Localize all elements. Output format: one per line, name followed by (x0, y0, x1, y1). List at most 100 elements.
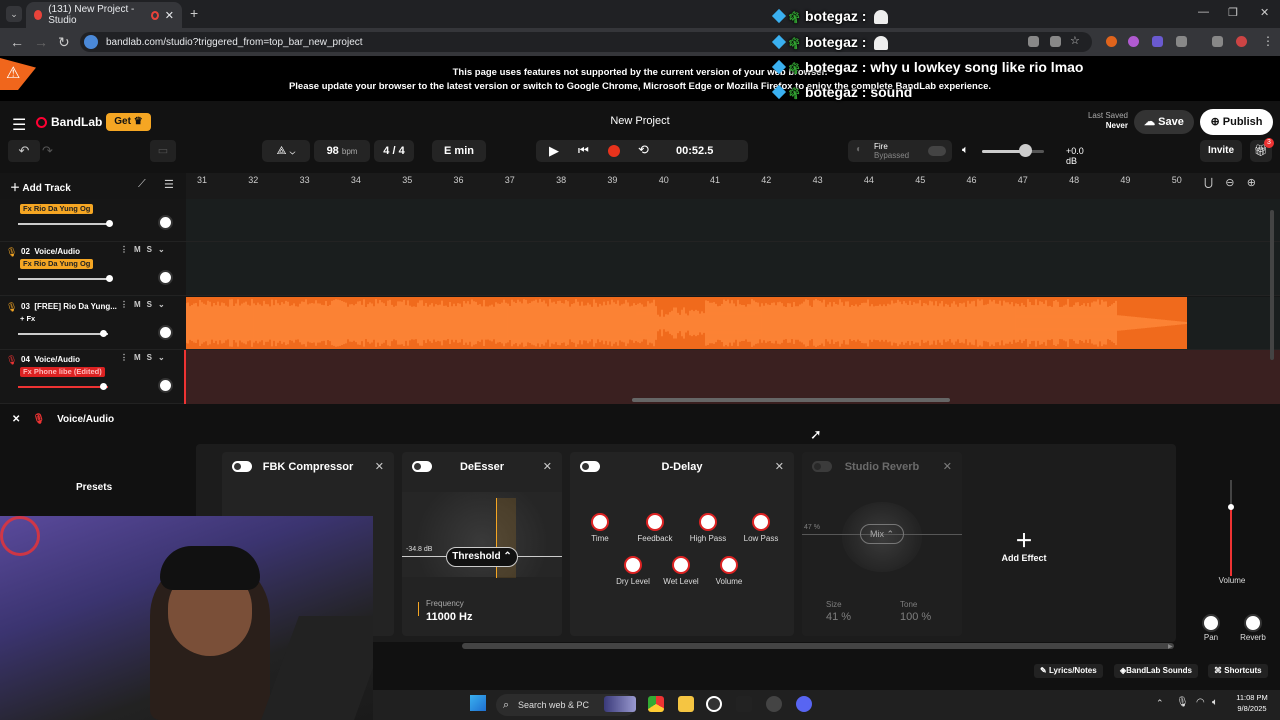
back-icon[interactable]: ← (10, 34, 24, 50)
maximize-button[interactable]: ❐ (1228, 6, 1238, 19)
tab-close-button[interactable]: ✕ (165, 9, 174, 22)
track-volume-knob[interactable] (106, 220, 113, 227)
track-volume-knob[interactable] (100, 330, 107, 337)
reload-icon[interactable]: ↻ (58, 34, 70, 51)
track-menu-icon[interactable]: ⋮ (120, 300, 134, 309)
track-lane[interactable] (186, 242, 1280, 296)
remove-effect-icon[interactable]: ✕ (943, 460, 952, 473)
mute-button[interactable]: M (134, 353, 147, 362)
track-menu-icon[interactable]: ⋮ (120, 353, 134, 362)
speaker-icon[interactable]: 🔈︎ (962, 144, 969, 157)
mute-button[interactable]: M (134, 245, 147, 254)
microphone-tray-icon[interactable]: 🎙︎ (1176, 697, 1189, 708)
close-panel-button[interactable]: ✕ (12, 414, 20, 425)
solo-button[interactable]: S (147, 245, 158, 254)
timeline-ruler[interactable]: 31 32 33 34 35 36 37 38 39 40 41 42 43 44 45 46 47 48 49 50 (186, 173, 1280, 199)
windows-start-icon[interactable] (470, 695, 486, 711)
master-volume-knob[interactable] (1019, 144, 1033, 157)
remove-effect-icon[interactable]: ✕ (543, 460, 552, 473)
invite-button[interactable]: Invite (1200, 140, 1242, 162)
track-fx-badge[interactable]: Fx Phone libe (Edited) (20, 367, 105, 377)
reverb-send-knob[interactable] (1244, 614, 1262, 632)
track-pan-knob[interactable] (158, 215, 173, 230)
master-volume-slider[interactable] (982, 150, 1044, 153)
zoom-in-icon[interactable]: ⊕ (1247, 177, 1256, 189)
chevron-down-icon[interactable]: ⌄ (158, 245, 171, 254)
size-value[interactable]: 41 % (826, 611, 851, 623)
profile-avatar[interactable] (1236, 36, 1247, 47)
lyrics-notes-button[interactable]: ✎ Lyrics/Notes (1034, 664, 1103, 678)
track-header[interactable]: Fx Rio Da Yung Og (0, 199, 186, 242)
taskbar-clock[interactable]: 11:08 PM 9/8/2025 (1228, 692, 1276, 714)
forward-icon[interactable]: → (34, 34, 48, 50)
delay-knob[interactable] (672, 556, 690, 574)
track-options-icon[interactable]: ☰ (164, 178, 174, 191)
reading-list-icon[interactable] (1028, 36, 1039, 47)
skip-to-start-button[interactable]: ⏮ (578, 143, 589, 158)
solo-button[interactable]: S (147, 353, 158, 362)
play-button[interactable]: ▶ (549, 143, 559, 159)
add-effect-button[interactable]: ＋ Add Effect (986, 527, 1062, 563)
undo-button[interactable]: ↶ (8, 140, 40, 162)
extension-icon[interactable] (1106, 36, 1117, 47)
volume-tray-icon[interactable]: 🔈︎ (1212, 697, 1218, 708)
timeline-scrollbar[interactable] (632, 398, 950, 402)
audio-app-icon[interactable] (736, 696, 752, 712)
track-lane-selected[interactable] (186, 350, 1280, 404)
minimize-button[interactable]: — (1198, 6, 1209, 18)
track-pan-knob[interactable] (158, 270, 173, 285)
master-fx-bypass[interactable]: ◐ Fire Bypassed (848, 140, 952, 162)
delay-knob[interactable] (752, 513, 770, 531)
get-membership-button[interactable]: Get ♛ (106, 113, 151, 131)
bookmark-star-icon[interactable]: ☆ (1070, 34, 1081, 47)
track-volume-slider[interactable] (18, 220, 113, 227)
chrome-icon[interactable] (648, 696, 664, 712)
track-volume-knob[interactable] (100, 383, 107, 390)
track-header[interactable]: 🎙︎ 04 Voice/Audio ⋮MS⌄ Fx Phone libe (Edite… (0, 350, 186, 404)
snap-icon[interactable]: ⋃ (1204, 177, 1213, 189)
extensions-puzzle-icon[interactable] (1176, 36, 1187, 47)
track-menu-icon[interactable]: ⋮ (120, 245, 134, 254)
save-button[interactable]: ☁ Save (1134, 110, 1194, 134)
key-select[interactable]: E min (432, 140, 486, 162)
delay-knob[interactable] (646, 513, 664, 531)
discord-icon[interactable] (796, 696, 812, 712)
project-title[interactable]: New Project (560, 115, 720, 127)
downloads-icon[interactable] (1212, 36, 1223, 47)
extension-icon[interactable] (1152, 36, 1163, 47)
zoom-out-icon[interactable]: ⊖ (1225, 177, 1234, 189)
track-volume-slider[interactable] (18, 275, 113, 282)
delay-knob[interactable] (591, 513, 609, 531)
metronome-button[interactable]: ⟁ ⌄ (262, 140, 310, 162)
redo-button[interactable]: ↷ (42, 140, 64, 162)
tray-chevron-icon[interactable]: ⌃ (1156, 698, 1164, 709)
panel-toggle-button[interactable]: ▭ (150, 140, 176, 162)
track-header[interactable]: 🎙︎ 03 [FREE] Rio Da Yung... ⋮MS⌄ + Fx (0, 297, 186, 350)
delay-knob[interactable] (624, 556, 642, 574)
scroll-right-icon[interactable]: ▶ (1168, 643, 1173, 650)
bandlab-sounds-button[interactable]: ◈BandLab Sounds (1114, 664, 1198, 678)
shortcuts-button[interactable]: ⌘ Shortcuts (1208, 664, 1268, 678)
bandlab-logo[interactable]: BandLab (36, 115, 102, 129)
browser-tab[interactable]: (131) New Project - Studio ✕ (26, 2, 182, 28)
track-lane[interactable] (186, 199, 1280, 242)
time-signature-input[interactable]: 4 / 4 (374, 140, 414, 162)
track-volume-slider[interactable] (18, 383, 108, 390)
remove-effect-icon[interactable]: ✕ (375, 460, 384, 473)
share-icon[interactable] (1050, 36, 1061, 47)
delay-knob[interactable] (720, 556, 738, 574)
file-explorer-icon[interactable] (678, 696, 694, 712)
url-input[interactable]: bandlab.com/studio?triggered_from=top_ba… (80, 32, 1092, 52)
hamburger-menu-icon[interactable]: ☰ (12, 115, 26, 135)
chevron-down-icon[interactable]: ⌄ (158, 353, 171, 362)
track-volume-slider[interactable] (18, 330, 108, 337)
remove-effect-icon[interactable]: ✕ (775, 460, 784, 473)
mix-select[interactable]: Mix ⌃ (860, 524, 904, 544)
track-header[interactable]: 🎙︎ 02 Voice/Audio ⋮MS⌄ Fx Rio Da Yung Og (0, 242, 186, 296)
tracks-vertical-scrollbar[interactable] (1270, 210, 1274, 360)
record-button[interactable] (608, 145, 620, 157)
browser-menu-icon[interactable]: ⋮ (1262, 34, 1274, 48)
obs-icon[interactable] (766, 696, 782, 712)
bypass-toggle[interactable] (928, 146, 946, 156)
close-window-button[interactable]: ✕ (1260, 6, 1269, 19)
